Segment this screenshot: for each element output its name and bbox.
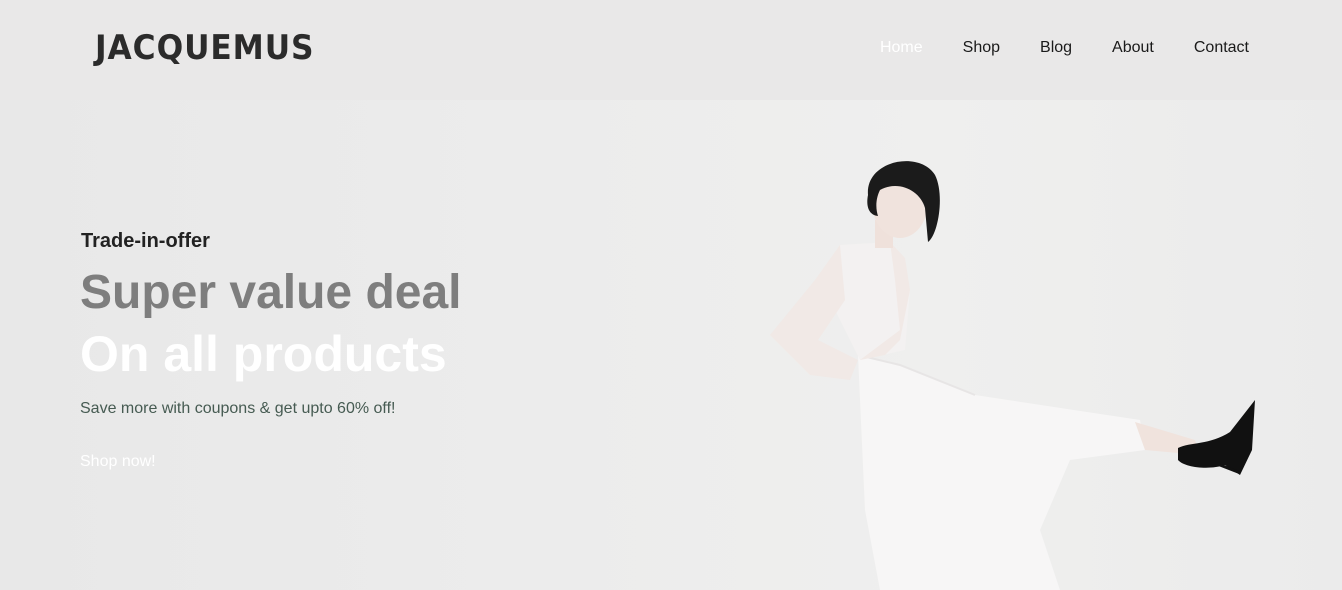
nav-blog[interactable]: Blog: [1040, 39, 1072, 57]
nav-contact[interactable]: Contact: [1194, 39, 1249, 57]
hero-headline-secondary: On all products: [80, 326, 447, 382]
nav-about[interactable]: About: [1112, 39, 1154, 57]
shop-now-button[interactable]: Shop now!: [80, 453, 156, 471]
site-header: JACQUEMUS Home Shop Blog About Contact: [0, 0, 1342, 100]
nav-shop[interactable]: Shop: [963, 39, 1000, 57]
main-nav: Home Shop Blog About Contact: [880, 39, 1249, 57]
hero-subtext: Save more with coupons & get upto 60% of…: [80, 400, 396, 417]
model-image: [770, 161, 1255, 590]
hero-banner: Trade-in-offer Super value deal On all p…: [0, 100, 1342, 590]
hero-headline: Super value deal: [80, 266, 462, 319]
nav-home[interactable]: Home: [880, 39, 923, 57]
hero-kicker: Trade-in-offer: [81, 230, 210, 252]
brand-logo[interactable]: JACQUEMUS: [95, 28, 315, 68]
